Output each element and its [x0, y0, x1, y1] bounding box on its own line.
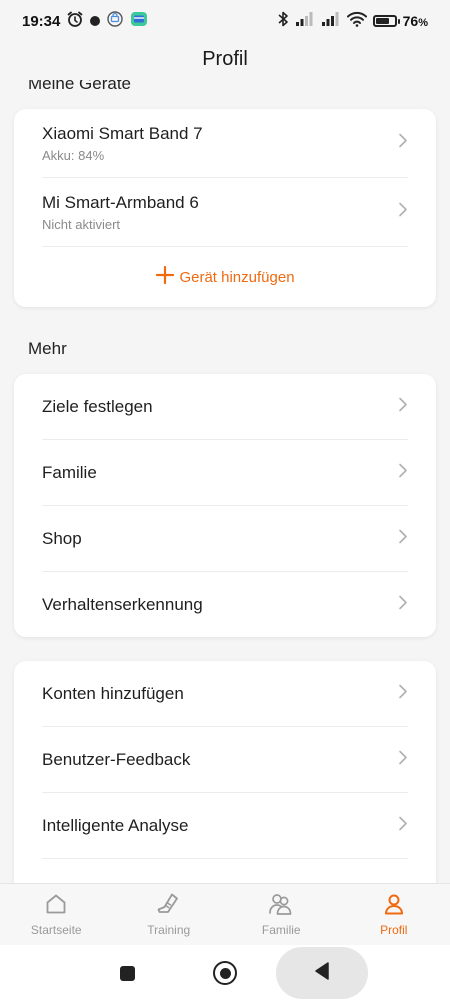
menu-item-familie[interactable]: Familie: [42, 440, 408, 506]
device-name: Mi Smart-Armband 6: [42, 192, 199, 212]
chevron-right-icon: [398, 133, 408, 154]
add-device-label: Gerät hinzufügen: [179, 268, 295, 286]
chevron-right-icon: [398, 595, 408, 616]
shoe-icon: [156, 892, 182, 919]
more-section-title: Mehr: [28, 339, 67, 358]
status-left: 19:34: [22, 10, 148, 32]
nav-label: Training: [147, 923, 191, 937]
home-button[interactable]: [213, 961, 237, 985]
menu-item-label: Ziele festlegen: [42, 396, 153, 416]
menu-item-verhaltenserkennung[interactable]: Verhaltenserkennung: [42, 572, 408, 638]
back-button[interactable]: [276, 947, 368, 999]
devices-card: Xiaomi Smart Band 7 Akku: 84% Mi Smart-A…: [14, 109, 436, 307]
nav-item-familie[interactable]: Familie: [225, 884, 338, 945]
menu-item-shop[interactable]: Shop: [42, 506, 408, 572]
square-icon: [119, 965, 135, 981]
chevron-right-icon: [398, 462, 408, 483]
system-nav-bar: [0, 945, 450, 1000]
wifi-icon: [346, 11, 367, 31]
device-name: Xiaomi Smart Band 7: [42, 123, 203, 143]
nav-label: Profil: [380, 923, 408, 937]
wallet-app-icon: [130, 10, 148, 32]
family-icon: [268, 892, 294, 919]
more-card: Ziele festlegen Familie Shop Verhaltense…: [14, 374, 436, 637]
menu-item-ziele-festlegen[interactable]: Ziele festlegen: [42, 374, 408, 440]
device-row-mi-smart-armband-6[interactable]: Mi Smart-Armband 6 Nicht aktiviert: [42, 178, 408, 247]
device-status: Akku: 84%: [42, 147, 105, 163]
recent-apps-button[interactable]: [118, 964, 136, 982]
signal-icon: [321, 12, 341, 30]
add-device-button[interactable]: Gerät hinzufügen: [14, 247, 436, 307]
menu-item-label: Shop: [42, 528, 82, 548]
devices-section-title: Meine Geräte: [28, 80, 131, 93]
chevron-right-icon: [398, 683, 408, 704]
chevron-right-icon: [398, 749, 408, 770]
device-status: Nicht aktiviert: [42, 216, 121, 232]
chevron-right-icon: [398, 528, 408, 549]
menu-item-label: Verhaltenserkennung: [42, 595, 203, 614]
menu-item-intelligente-analyse[interactable]: Intelligente Analyse: [42, 793, 408, 859]
page-title: Profil: [202, 48, 248, 70]
device-row-xiaomi-smart-band-7[interactable]: Xiaomi Smart Band 7 Akku: 84%: [42, 109, 408, 178]
signal-icon: [295, 12, 315, 30]
profile-icon: [382, 892, 406, 919]
dot-icon: [90, 16, 101, 26]
bluetooth-icon: [277, 10, 289, 32]
back-triangle-icon: [314, 961, 330, 985]
alarm-icon: [66, 10, 84, 32]
circle-icon: [219, 967, 231, 979]
nav-label: Startseite: [30, 923, 82, 937]
nav-item-profil[interactable]: Profil: [338, 884, 450, 945]
account-card: Konten hinzufügen Benutzer-Feedback Inte…: [14, 661, 436, 883]
nav-item-training[interactable]: Training: [113, 884, 226, 945]
menu-item-benutzer-feedback[interactable]: Benutzer-Feedback: [42, 727, 408, 793]
menu-item-konten-hinzufuegen[interactable]: Konten hinzufügen: [42, 661, 408, 727]
chevron-right-icon: [398, 815, 408, 836]
status-bar: 19:34 76%: [0, 0, 450, 42]
home-icon: [44, 892, 68, 919]
battery-icon: 76%: [372, 13, 428, 29]
chevron-right-icon: [398, 202, 408, 223]
bottom-nav: Startseite Training Familie Profil: [0, 883, 450, 945]
nav-item-startseite[interactable]: Startseite: [0, 884, 113, 945]
menu-item-label: Benutzer-Feedback: [42, 749, 191, 769]
vpn-icon: [106, 10, 124, 32]
plus-icon: [155, 263, 175, 289]
chevron-right-icon: [398, 396, 408, 417]
profile-scroll-area[interactable]: Meine Geräte Xiaomi Smart Band 7 Akku: 8…: [0, 80, 450, 883]
menu-item-label: Konten hinzufügen: [42, 683, 184, 703]
menu-item-label: Familie: [42, 462, 97, 482]
menu-item-label: Intelligente Analyse: [42, 815, 189, 835]
battery-percent: 76%: [402, 13, 428, 29]
status-time: 19:34: [22, 12, 61, 30]
status-right: 76%: [277, 10, 428, 32]
nav-label: Familie: [261, 923, 301, 937]
